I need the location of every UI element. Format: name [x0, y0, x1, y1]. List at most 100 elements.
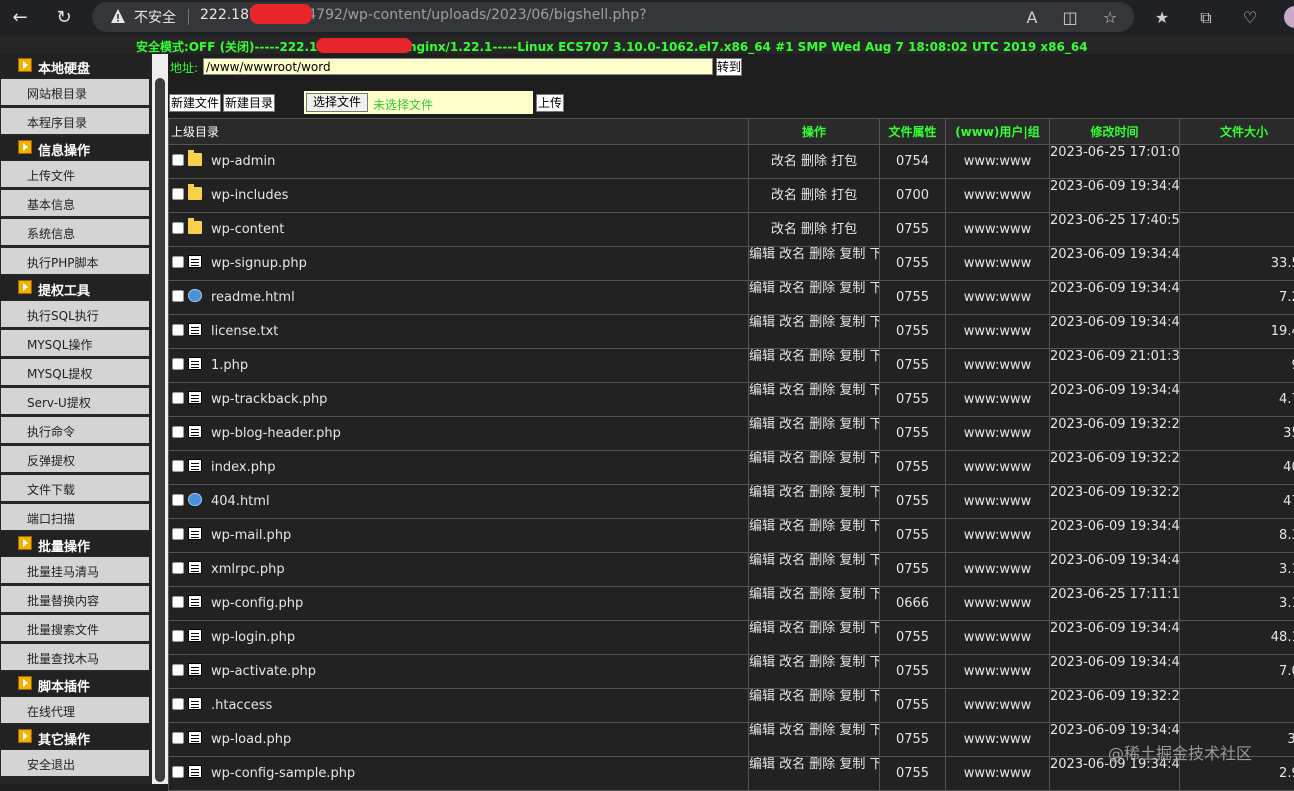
- row-checkbox[interactable]: [172, 766, 184, 778]
- file-actions[interactable]: 编辑 改名 删除 复制 下载: [749, 757, 880, 791]
- file-permissions[interactable]: 0755: [880, 621, 946, 655]
- file-name-link[interactable]: 404.html: [211, 494, 270, 509]
- file-permissions[interactable]: 0755: [880, 485, 946, 519]
- file-permissions[interactable]: 0755: [880, 315, 946, 349]
- file-actions[interactable]: 编辑 改名 删除 复制 下载: [749, 247, 880, 281]
- sidebar-item[interactable]: 上传文件: [1, 161, 149, 187]
- file-name-link[interactable]: wp-signup.php: [211, 256, 307, 271]
- file-permissions[interactable]: 0755: [880, 689, 946, 723]
- sidebar-item[interactable]: 批量搜索文件: [1, 615, 149, 641]
- row-checkbox[interactable]: [172, 222, 184, 234]
- file-mtime[interactable]: 2023-06-09 19:32:23: [1050, 485, 1180, 519]
- file-name-link[interactable]: wp-includes: [211, 188, 288, 203]
- sidebar-item[interactable]: 反弹提权: [1, 446, 149, 472]
- file-permissions[interactable]: 0700: [880, 179, 946, 213]
- file-mtime[interactable]: 2023-06-25 17:01:09: [1050, 145, 1180, 179]
- file-actions[interactable]: 编辑 改名 删除 复制 下载: [749, 553, 880, 587]
- file-actions[interactable]: 编辑 改名 删除 复制 下载: [749, 417, 880, 451]
- file-mtime[interactable]: 2023-06-25 17:40:55: [1050, 213, 1180, 247]
- row-checkbox[interactable]: [172, 460, 184, 472]
- file-actions[interactable]: 编辑 改名 删除 复制 下载: [749, 281, 880, 315]
- file-permissions[interactable]: 0754: [880, 145, 946, 179]
- sidebar-item[interactable]: 安全退出: [1, 750, 149, 776]
- file-name-link[interactable]: license.txt: [211, 324, 278, 339]
- health-icon[interactable]: ♡: [1238, 6, 1262, 30]
- sidebar-item[interactable]: 批量查找木马: [1, 644, 149, 670]
- sidebar-item[interactable]: MYSQL操作: [1, 330, 149, 356]
- file-mtime[interactable]: 2023-06-09 19:34:49: [1050, 621, 1180, 655]
- file-permissions[interactable]: 0666: [880, 587, 946, 621]
- file-permissions[interactable]: 0755: [880, 451, 946, 485]
- new-dir-button[interactable]: 新建目录: [223, 94, 275, 112]
- file-permissions[interactable]: 0755: [880, 383, 946, 417]
- sidebar-item[interactable]: Serv-U提权: [1, 388, 149, 414]
- security-label[interactable]: 不安全: [134, 7, 176, 27]
- scrollbar-thumb[interactable]: [155, 78, 165, 782]
- file-actions[interactable]: 编辑 改名 删除 复制 下载: [749, 451, 880, 485]
- row-checkbox[interactable]: [172, 732, 184, 744]
- reader-view-icon[interactable]: ◫: [1058, 6, 1082, 30]
- file-actions[interactable]: 编辑 改名 删除 复制 下载: [749, 315, 880, 349]
- file-actions[interactable]: 编辑 改名 删除 复制 下载: [749, 349, 880, 383]
- row-checkbox[interactable]: [172, 630, 184, 642]
- row-checkbox[interactable]: [172, 562, 184, 574]
- file-name-link[interactable]: xmlrpc.php: [211, 562, 285, 577]
- file-permissions[interactable]: 0755: [880, 281, 946, 315]
- file-mtime[interactable]: 2023-06-09 19:34:48: [1050, 519, 1180, 553]
- profile-avatar[interactable]: [1284, 6, 1294, 28]
- choose-file-button[interactable]: 选择文件: [306, 93, 368, 112]
- sidebar-item[interactable]: 文件下载: [1, 475, 149, 501]
- row-checkbox[interactable]: [172, 494, 184, 506]
- read-aloud-icon[interactable]: A: [1020, 6, 1044, 30]
- file-actions[interactable]: 改名 删除 打包: [749, 145, 880, 179]
- sidebar-item[interactable]: 执行命令: [1, 417, 149, 443]
- file-mtime[interactable]: 2023-06-09 19:32:25: [1050, 417, 1180, 451]
- file-name-link[interactable]: wp-load.php: [211, 732, 291, 747]
- file-actions[interactable]: 编辑 改名 删除 复制 下载: [749, 723, 880, 757]
- file-permissions[interactable]: 0755: [880, 757, 946, 791]
- file-actions[interactable]: 改名 删除 打包: [749, 213, 880, 247]
- file-mtime[interactable]: 2023-06-09 19:34:49: [1050, 655, 1180, 689]
- favorites-icon[interactable]: ★: [1150, 6, 1174, 30]
- file-permissions[interactable]: 0755: [880, 723, 946, 757]
- file-mtime[interactable]: 2023-06-09 19:34:48: [1050, 315, 1180, 349]
- file-mtime[interactable]: 2023-06-09 19:32:25: [1050, 451, 1180, 485]
- file-mtime[interactable]: 2023-06-09 19:34:48: [1050, 383, 1180, 417]
- file-name-link[interactable]: index.php: [211, 460, 275, 475]
- file-name-link[interactable]: wp-mail.php: [211, 528, 291, 543]
- new-file-button[interactable]: 新建文件: [169, 94, 221, 112]
- file-name-link[interactable]: wp-trackback.php: [211, 392, 327, 407]
- file-actions[interactable]: 编辑 改名 删除 复制 下载: [749, 621, 880, 655]
- goto-button[interactable]: 转到: [716, 58, 742, 76]
- sidebar-item[interactable]: 批量挂马清马: [1, 557, 149, 583]
- file-mtime[interactable]: 2023-06-09 19:34:48: [1050, 247, 1180, 281]
- sidebar-item[interactable]: 本程序目录: [1, 108, 149, 134]
- file-mtime[interactable]: 2023-06-09 19:34:49: [1050, 179, 1180, 213]
- file-actions[interactable]: 编辑 改名 删除 复制 下载: [749, 485, 880, 519]
- sidebar-item[interactable]: 基本信息: [1, 190, 149, 216]
- sidebar-item[interactable]: 执行SQL执行: [1, 301, 149, 327]
- file-mtime[interactable]: 2023-06-09 19:34:49: [1050, 553, 1180, 587]
- sidebar-item[interactable]: MYSQL提权: [1, 359, 149, 385]
- file-actions[interactable]: 编辑 改名 删除 复制 下载: [749, 689, 880, 723]
- row-checkbox[interactable]: [172, 154, 184, 166]
- row-checkbox[interactable]: [172, 698, 184, 710]
- upload-button[interactable]: 上传: [536, 94, 564, 112]
- file-name-link[interactable]: readme.html: [211, 290, 295, 305]
- row-checkbox[interactable]: [172, 256, 184, 268]
- file-actions[interactable]: 编辑 改名 删除 复制 下载: [749, 383, 880, 417]
- file-permissions[interactable]: 0755: [880, 655, 946, 689]
- file-name-link[interactable]: wp-activate.php: [211, 664, 316, 679]
- row-checkbox[interactable]: [172, 596, 184, 608]
- file-actions[interactable]: 编辑 改名 删除 复制 下载: [749, 655, 880, 689]
- file-name-link[interactable]: .htaccess: [211, 698, 272, 713]
- file-actions[interactable]: 编辑 改名 删除 复制 下载: [749, 587, 880, 621]
- sidebar-item[interactable]: 批量替换内容: [1, 586, 149, 612]
- file-name-link[interactable]: wp-blog-header.php: [211, 426, 341, 441]
- path-input[interactable]: /www/wwwroot/word: [203, 58, 713, 75]
- file-mtime[interactable]: 2023-06-25 17:11:18: [1050, 587, 1180, 621]
- row-checkbox[interactable]: [172, 324, 184, 336]
- sidebar-item[interactable]: 网站根目录: [1, 79, 149, 105]
- row-checkbox[interactable]: [172, 358, 184, 370]
- file-name-link[interactable]: wp-config-sample.php: [211, 766, 355, 781]
